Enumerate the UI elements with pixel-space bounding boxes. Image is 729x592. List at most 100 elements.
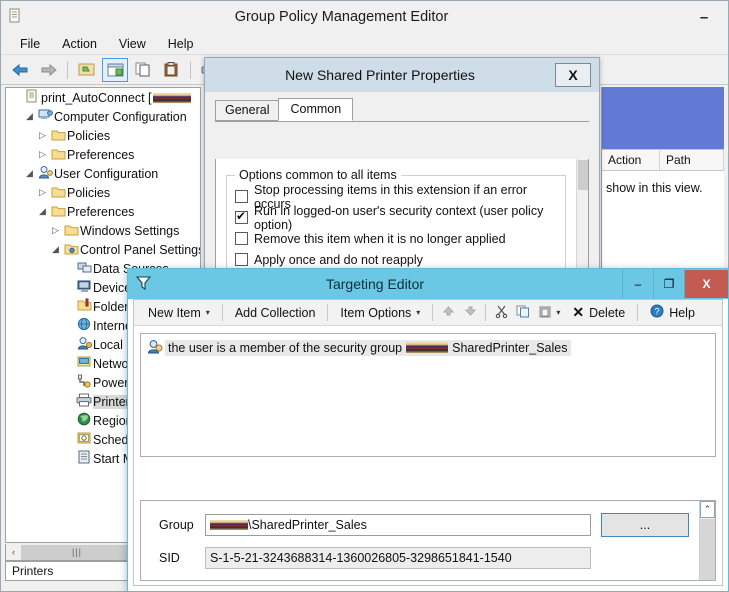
arrow-down-icon[interactable]: [459, 305, 481, 320]
add-collection-button[interactable]: Add Collection: [227, 303, 324, 323]
expander-icon[interactable]: ◢: [23, 168, 36, 179]
item-options-button[interactable]: Item Options ▾: [332, 303, 428, 323]
tree-node-label: Computer Configuration: [54, 110, 187, 124]
copy-icon[interactable]: [130, 58, 156, 82]
tree-node-preferences[interactable]: ◢Preferences: [6, 202, 200, 221]
tab-general[interactable]: General: [215, 100, 279, 121]
props-vertical-scrollbar[interactable]: [576, 159, 588, 277]
option-run-logged-on-context[interactable]: Run in logged-on user's security context…: [235, 207, 557, 228]
scroll-left-arrow-icon[interactable]: ‹: [6, 545, 22, 560]
scrollbar-track[interactable]: [700, 519, 715, 580]
checkbox-apply-once[interactable]: [235, 253, 248, 266]
option-label-run-logged-on-context: Run in logged-on user's security context…: [254, 204, 557, 232]
expander-icon[interactable]: ◢: [23, 111, 36, 122]
internet-settings-icon: [75, 317, 93, 334]
menu-view[interactable]: View: [110, 35, 155, 53]
props-titlebar: New Shared Printer Properties X: [205, 58, 599, 92]
paste-icon[interactable]: [534, 305, 556, 321]
folder-icon: [49, 185, 67, 201]
scrollbar-thumb[interactable]: |||: [22, 545, 132, 560]
delete-button[interactable]: ✕ Delete: [564, 301, 633, 324]
targeting-close-button[interactable]: X: [684, 270, 728, 298]
tree-node-preferences[interactable]: ▷Preferences: [6, 145, 200, 164]
chevron-down-icon: ▾: [206, 308, 210, 317]
targeting-minimize-button[interactable]: –: [622, 270, 653, 298]
folder-icon: [49, 147, 67, 163]
toolbar-sep-4: [485, 304, 486, 321]
toolbar-separator-2: [190, 61, 191, 79]
new-shared-printer-properties-dialog: New Shared Printer Properties X General …: [204, 57, 600, 285]
tree-node-policies[interactable]: ▷ Policies: [6, 126, 200, 145]
condition-text-before: the user is a member of the security gro…: [168, 341, 402, 355]
props-dialog-body: Options common to all items Stop process…: [215, 159, 589, 278]
group-input[interactable]: \SharedPrinter_Sales: [205, 514, 591, 536]
close-icon[interactable]: X: [555, 63, 591, 87]
tree-node-label: Policies: [67, 129, 110, 143]
results-empty-text: show in this view.: [602, 171, 724, 205]
tree-node-print-autoconnect[interactable]: print_AutoConnect [: [6, 88, 200, 107]
main-titlebar: Group Policy Management Editor –: [1, 1, 728, 33]
back-arrow-icon[interactable]: [7, 58, 33, 82]
regional-options-icon: [75, 412, 93, 429]
tree-node-label: print_AutoConnect [: [41, 91, 152, 105]
expander-icon[interactable]: ◢: [49, 244, 62, 255]
checkbox-run-logged-on-context[interactable]: [235, 211, 248, 224]
column-header-action[interactable]: Action: [602, 150, 660, 170]
props-scrollbar-thumb[interactable]: [578, 160, 588, 190]
browse-group-button[interactable]: ...: [601, 513, 689, 537]
targeting-maximize-button[interactable]: ❐: [653, 270, 684, 298]
checkbox-remove-item[interactable]: [235, 232, 248, 245]
menu-action[interactable]: Action: [53, 35, 106, 53]
help-label: Help: [669, 306, 695, 320]
option-apply-once[interactable]: Apply once and do not reapply: [235, 249, 557, 270]
paste-icon[interactable]: [158, 58, 184, 82]
condition-group-name: SharedPrinter_Sales: [452, 341, 567, 355]
targeting-conditions-list[interactable]: the user is a member of the security gro…: [140, 333, 716, 457]
forward-arrow-icon[interactable]: [35, 58, 61, 82]
tree-node-user-configuration[interactable]: ◢User Configuration: [6, 164, 200, 183]
expander-icon[interactable]: ◢: [36, 206, 49, 217]
options-groupbox-legend: Options common to all items: [235, 168, 401, 182]
main-window-title: Group Policy Management Editor: [1, 9, 682, 25]
primary-group-row[interactable]: Primary group: [205, 579, 689, 581]
tree-node-windows-settings[interactable]: ▷Windows Settings: [6, 221, 200, 240]
tree-node-control-panel-settings[interactable]: ◢ Control Panel Settings: [6, 240, 200, 259]
expander-icon[interactable]: ▷: [36, 187, 49, 198]
targeting-editor-titlebar: Targeting Editor – ❐ X: [128, 269, 728, 299]
delete-x-icon: ✕: [572, 304, 584, 321]
props-tabstrip: General Common: [215, 100, 589, 122]
tab-common[interactable]: Common: [278, 98, 353, 121]
new-item-button[interactable]: New Item ▾: [140, 303, 218, 323]
paste-chevron-icon[interactable]: ▾: [556, 308, 560, 317]
help-button[interactable]: ? Help: [642, 301, 703, 324]
option-label-remove-item: Remove this item when it is no longer ap…: [254, 232, 506, 246]
group-label: Group: [159, 518, 205, 532]
expander-icon[interactable]: ▷: [49, 225, 62, 236]
svg-text:?: ?: [655, 307, 660, 317]
options-groupbox: Options common to all items Stop process…: [226, 175, 566, 278]
copy-icon[interactable]: [512, 305, 534, 321]
tree-node-policies[interactable]: ▷Policies: [6, 183, 200, 202]
arrow-up-icon[interactable]: [437, 305, 459, 320]
list-item[interactable]: the user is a member of the security gro…: [145, 338, 711, 357]
column-header-path[interactable]: Path: [660, 150, 724, 170]
checkbox-stop-processing[interactable]: [235, 190, 248, 203]
menu-help[interactable]: Help: [159, 35, 203, 53]
menu-file[interactable]: File: [11, 35, 49, 53]
toolbar-sep-1: [222, 304, 223, 321]
minimize-button[interactable]: –: [682, 4, 726, 30]
show-hide-tree-icon[interactable]: [74, 58, 100, 82]
sid-field-row: SID S-1-5-21-3243688314-1360026805-32986…: [159, 547, 689, 569]
props-dialog-title: New Shared Printer Properties: [205, 67, 555, 83]
tree-node-label: Control Panel Settings: [80, 243, 200, 257]
form-vertical-scrollbar[interactable]: ⌃: [699, 501, 715, 580]
user-icon: [36, 165, 54, 182]
expander-icon[interactable]: ▷: [36, 149, 49, 160]
folder-icon: [62, 223, 80, 239]
properties-icon[interactable]: [102, 58, 128, 82]
scissors-icon[interactable]: [490, 305, 512, 321]
tree-node-computer-configuration[interactable]: ◢ Computer Configuration: [6, 107, 200, 126]
expander-icon[interactable]: ▷: [36, 130, 49, 141]
scroll-up-arrow-icon[interactable]: ⌃: [700, 501, 715, 518]
group-field-row: Group \SharedPrinter_Sales ...: [159, 513, 689, 537]
